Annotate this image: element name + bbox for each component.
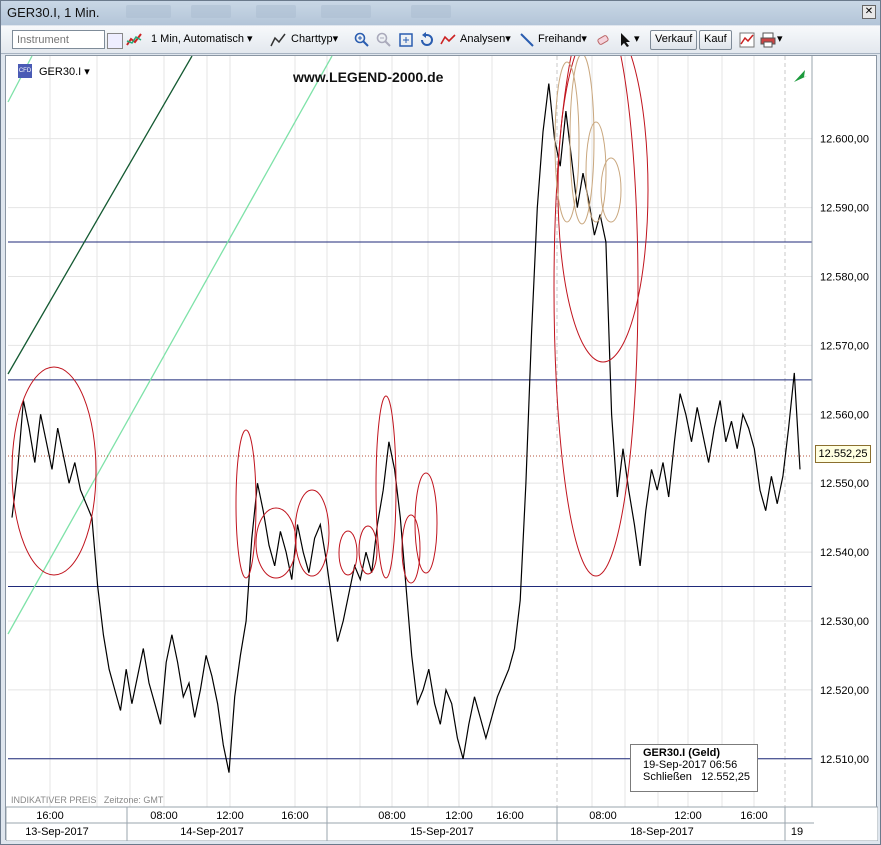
x-time-label: 12:00 <box>216 810 244 822</box>
background-tab <box>256 5 296 18</box>
annotation-circle <box>11 366 97 576</box>
annotation-circle <box>338 530 358 576</box>
y-tick-label: 12.530,00 <box>820 616 869 628</box>
freihand-dropdown[interactable]: Freihand▾ <box>538 32 587 49</box>
chevron-down-icon: ▾ <box>247 33 253 45</box>
zoom-in-icon[interactable] <box>354 32 370 48</box>
kauf-button[interactable]: Kauf <box>699 30 732 50</box>
y-tick-label: 12.520,00 <box>820 685 869 697</box>
background-tab <box>411 5 451 18</box>
chevron-down-icon: ▾ <box>332 33 339 45</box>
x-time-label: 16:00 <box>36 810 64 822</box>
watermark: www.LEGEND-2000.de <box>293 69 444 85</box>
interval-dropdown[interactable]: 1 Min, Automatisch ▾ <box>151 32 253 49</box>
freihand-label: Freihand <box>538 33 582 45</box>
x-time-label: 12:00 <box>445 810 473 822</box>
annotation-circle <box>569 53 595 225</box>
y-tick-label: 12.580,00 <box>820 271 869 283</box>
chart-window: GER30.I, 1 Min. ✕ 1 Min, Automatisch ▾ C… <box>0 0 881 845</box>
chevron-down-icon: ▾ <box>505 33 511 45</box>
x-time-label: 08:00 <box>150 810 178 822</box>
zoom-out-icon[interactable] <box>376 32 392 48</box>
instrument-input[interactable] <box>12 30 105 49</box>
chevron-down-icon: ▾ <box>581 33 587 45</box>
eraser-icon[interactable] <box>595 32 611 48</box>
charttype-dropdown[interactable]: Charttyp▾ <box>291 32 338 49</box>
analysen-label: Analysen <box>460 33 506 45</box>
annotation-circle <box>401 514 421 584</box>
trend-up-icon <box>794 70 807 82</box>
chevron-down-icon[interactable]: ▾ <box>777 32 783 49</box>
current-price-label: 12.552,25 <box>815 445 871 463</box>
x-time-label: 16:00 <box>281 810 309 822</box>
info-title: GER30.I (Geld) <box>643 747 721 759</box>
symbol-label: GER30.I <box>39 66 82 78</box>
fit-icon[interactable] <box>398 32 414 48</box>
x-time-label: 08:00 <box>589 810 617 822</box>
chevron-down-icon[interactable]: ▾ <box>634 32 640 49</box>
info-close: Schließen 12.552,25 <box>643 771 751 783</box>
grid <box>8 56 812 807</box>
analysen-dropdown[interactable]: Analysen▾ <box>460 32 511 49</box>
background-tab <box>321 5 371 18</box>
undo-icon[interactable] <box>419 32 435 48</box>
x-axis: 16:00 08:00 12:00 16:00 08:00 12:00 16:00 08:00… <box>5 806 879 842</box>
annotation-circle <box>414 472 438 574</box>
chevron-down-icon: ▾ <box>84 66 90 78</box>
x-time-label: 16:00 <box>740 810 768 822</box>
print-icon[interactable] <box>760 32 776 48</box>
interval-label: 1 Min, Automatisch <box>151 33 244 45</box>
cursor-icon[interactable] <box>617 32 633 48</box>
verkauf-button[interactable]: Verkauf <box>650 30 698 50</box>
y-tick-label: 12.600,00 <box>820 134 869 146</box>
chart-settings-icon[interactable] <box>739 32 755 48</box>
indicator-icon[interactable] <box>126 32 142 48</box>
window-title: GER30.I, 1 Min. <box>7 5 100 20</box>
background-tab <box>191 5 231 18</box>
y-tick-label: 12.540,00 <box>820 547 869 559</box>
annotation-circle <box>375 395 397 579</box>
x-date-label: 13-Sep-2017 <box>25 826 89 838</box>
annotation-circle <box>294 489 330 577</box>
y-tick-label: 12.510,00 <box>820 754 869 766</box>
indicative-label: INDIKATIVER PREIS <box>11 795 97 805</box>
trend-line-light <box>7 55 33 103</box>
charttype-label: Charttyp <box>291 33 333 45</box>
y-tick-label: 12.560,00 <box>820 409 869 421</box>
x-date-label: 18-Sep-2017 <box>630 826 694 838</box>
toolbar: 1 Min, Automatisch ▾ Charttyp▾ Analysen▾… <box>1 26 880 54</box>
price-chart[interactable]: 12.510,00 12.520,00 12.530,00 12.540,00 12.5… <box>5 0 879 842</box>
instrument-list-icon[interactable] <box>107 33 123 49</box>
symbol-selector[interactable]: GER30.I ▾ <box>39 65 90 78</box>
x-time-label: 12:00 <box>674 810 702 822</box>
analysis-icon <box>440 34 456 45</box>
title-bar: GER30.I, 1 Min. ✕ <box>1 1 880 25</box>
timezone-label: Zeitzone: GMT <box>103 795 164 805</box>
price-info-box: GER30.I (Geld) 19-Sep-2017 06:56 Schließ… <box>630 744 758 792</box>
x-date-label: 19 <box>791 826 803 838</box>
annotation-circle <box>600 157 622 223</box>
annotation-circles <box>11 0 649 584</box>
y-axis: 12.510,00 12.520,00 12.530,00 12.540,00 12.5… <box>811 56 869 807</box>
y-tick-label: 12.590,00 <box>820 203 869 215</box>
close-icon[interactable]: ✕ <box>862 5 876 19</box>
info-datetime: 19-Sep-2017 06:56 <box>643 759 738 771</box>
x-date-label: 15-Sep-2017 <box>410 826 474 838</box>
freehand-line-icon <box>520 33 534 47</box>
line-chart-icon <box>270 33 286 47</box>
y-tick-label: 12.570,00 <box>820 340 869 352</box>
x-time-label: 08:00 <box>378 810 406 822</box>
cfd-badge-icon: CFD <box>18 64 32 78</box>
chart-area[interactable]: 12.510,00 12.520,00 12.530,00 12.540,00 12.5… <box>5 0 879 842</box>
x-date-label: 14-Sep-2017 <box>180 826 244 838</box>
background-tab <box>126 5 171 18</box>
x-time-label: 16:00 <box>496 810 524 822</box>
annotation-circle <box>255 507 297 579</box>
annotation-circle <box>235 429 257 579</box>
y-tick-label: 12.550,00 <box>820 478 869 490</box>
footer: INDIKATIVER PREIS Zeitzone: GMT <box>11 795 163 805</box>
